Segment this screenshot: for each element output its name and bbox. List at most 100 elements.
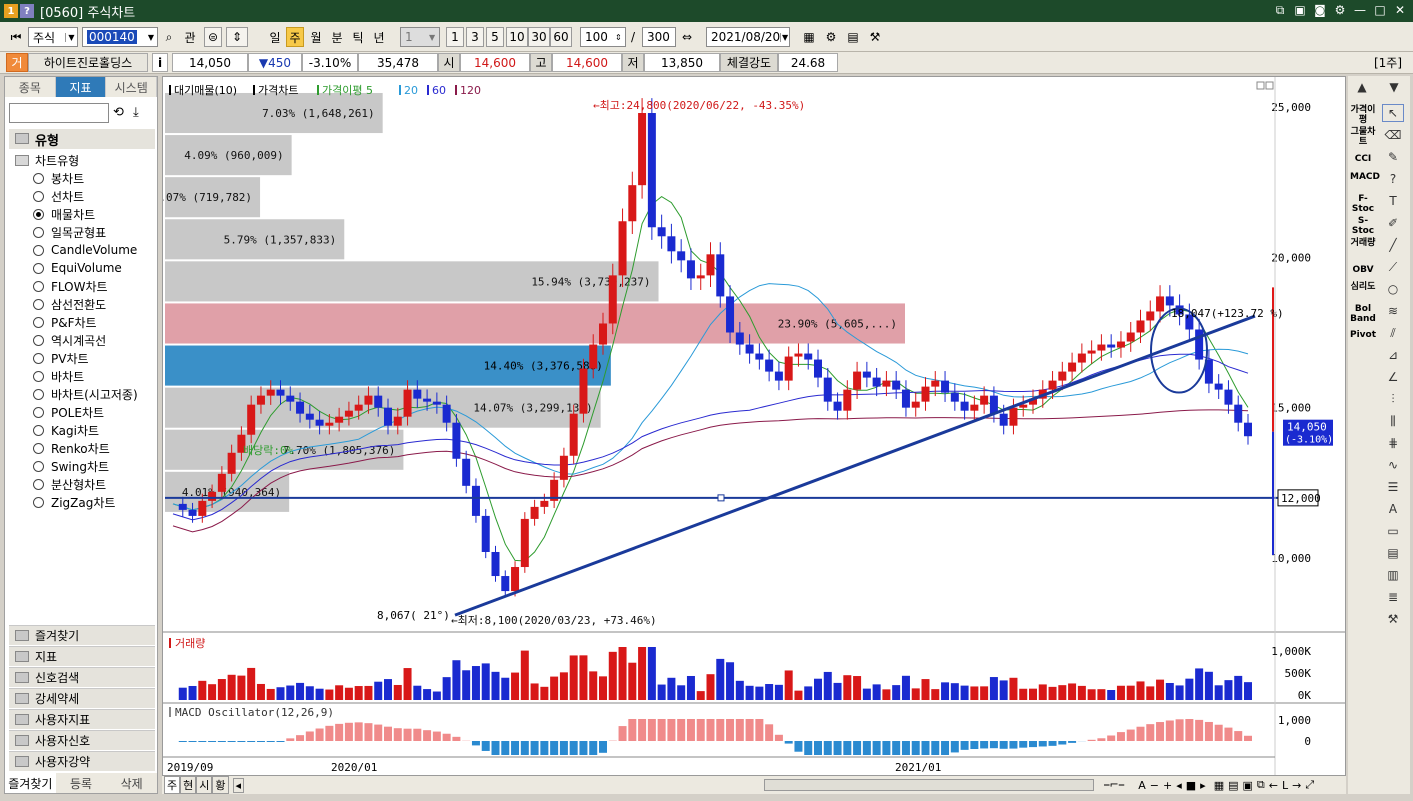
indicator-button[interactable]: Pivot bbox=[1350, 330, 1376, 340]
bars-icon[interactable]: ⫼ bbox=[1382, 412, 1404, 430]
sync-icon[interactable]: ⊜ bbox=[204, 27, 222, 47]
radio-icon[interactable] bbox=[33, 424, 44, 436]
search-icon[interactable]: ⌕ bbox=[160, 27, 178, 47]
interval-30[interactable]: 30 bbox=[528, 27, 550, 47]
indicator-button[interactable]: OBV bbox=[1350, 265, 1376, 275]
bottom-tab-3[interactable]: 황 bbox=[212, 776, 229, 794]
tab-system[interactable]: 시스템 bbox=[106, 77, 158, 97]
info-icon[interactable]: i bbox=[152, 53, 168, 72]
list-icon[interactable]: ≣ bbox=[1382, 588, 1404, 606]
close-icon[interactable]: ✕ bbox=[1393, 3, 1407, 17]
interval-select[interactable]: 1 ▼ bbox=[400, 27, 440, 47]
indicator-search-input[interactable] bbox=[9, 103, 109, 123]
fib-icon[interactable]: ≋ bbox=[1382, 302, 1404, 320]
settings-gear-icon[interactable]: ⚙ bbox=[822, 27, 840, 47]
font-icon[interactable]: A bbox=[1138, 779, 1146, 792]
link-icon[interactable]: ⧉ bbox=[1273, 3, 1287, 17]
fit-icon[interactable]: ⤢ bbox=[1305, 778, 1314, 792]
indicator-button[interactable]: 그물차트 bbox=[1350, 127, 1376, 147]
download-icon[interactable]: ⤓ bbox=[133, 105, 139, 120]
pen-icon[interactable]: ✐ bbox=[1382, 214, 1404, 232]
folder-item[interactable]: 즐겨찾기 bbox=[9, 625, 155, 645]
period-week[interactable]: 주 bbox=[286, 27, 304, 47]
indicator-button[interactable]: CCI bbox=[1350, 154, 1376, 164]
line-handle[interactable] bbox=[717, 494, 725, 502]
interval-3[interactable]: 3 bbox=[466, 27, 484, 47]
radio-icon[interactable] bbox=[33, 496, 44, 508]
level-icon[interactable]: ☰ bbox=[1382, 478, 1404, 496]
maximize-icon[interactable]: □ bbox=[1373, 3, 1387, 17]
minimize-icon[interactable]: — bbox=[1353, 3, 1367, 17]
tab-indicator[interactable]: 지표 bbox=[55, 77, 107, 97]
section-type[interactable]: 유형 bbox=[9, 129, 155, 149]
save-window-icon[interactable]: ▣ bbox=[1293, 3, 1307, 17]
folder-item[interactable]: 강세약세 bbox=[9, 688, 155, 708]
scroll-down-icon[interactable]: ▼ bbox=[1382, 78, 1406, 96]
angle-icon[interactable]: ∠ bbox=[1382, 368, 1404, 386]
chart-type-item[interactable]: FLOW차트 bbox=[9, 277, 155, 295]
help-icon[interactable]: ? bbox=[20, 4, 34, 18]
radio-icon[interactable] bbox=[33, 226, 44, 238]
ray-icon[interactable]: ⟋ bbox=[1382, 258, 1404, 276]
scroll-left-icon[interactable]: ◂ bbox=[232, 777, 245, 793]
radio-icon[interactable] bbox=[33, 190, 44, 202]
market-select[interactable]: 주식 ▼ bbox=[28, 27, 78, 47]
code-input[interactable]: 000140 ▼ bbox=[82, 27, 158, 47]
interval-5[interactable]: 5 bbox=[486, 27, 504, 47]
footer-favorites[interactable]: 즐겨찾기 bbox=[5, 773, 56, 793]
wave-icon[interactable]: ∿ bbox=[1382, 456, 1404, 474]
chart-type-item[interactable]: Swing차트 bbox=[9, 457, 155, 475]
folder-item[interactable]: 사용자신호 bbox=[9, 730, 155, 750]
radio-icon[interactable] bbox=[33, 442, 44, 454]
radio-icon[interactable] bbox=[33, 262, 44, 274]
period-year[interactable]: 년 bbox=[370, 27, 388, 47]
radio-icon[interactable] bbox=[33, 406, 44, 418]
radio-icon[interactable] bbox=[33, 280, 44, 292]
eraser-icon[interactable]: ⌫ bbox=[1382, 126, 1404, 144]
folder-item[interactable]: 사용자강약 bbox=[9, 751, 155, 771]
grid-lines-icon[interactable]: ⋕ bbox=[1382, 434, 1404, 452]
radio-icon[interactable] bbox=[33, 298, 44, 310]
fan-icon[interactable]: ⫶ bbox=[1382, 390, 1404, 408]
period-month[interactable]: 월 bbox=[307, 27, 325, 47]
scroll-up-icon[interactable]: ▲ bbox=[1350, 78, 1374, 96]
period-day[interactable]: 일 bbox=[266, 27, 284, 47]
radio-icon[interactable] bbox=[33, 352, 44, 364]
tree-root[interactable]: 차트유형 bbox=[9, 151, 155, 169]
save-icon[interactable]: ▤ bbox=[844, 27, 862, 47]
cursor-icon[interactable]: ↖ bbox=[1382, 104, 1404, 122]
forward-icon[interactable]: → bbox=[1292, 779, 1301, 792]
price-chart[interactable]: 7.03% (1,648,261) 4.09% (960,009) 3.07% (7… bbox=[153, 77, 1345, 775]
l-icon[interactable]: L bbox=[1282, 779, 1288, 792]
save-file-icon[interactable]: ▤ bbox=[1228, 779, 1238, 792]
horizontal-scrollbar[interactable] bbox=[764, 779, 1095, 791]
zoom-in-icon[interactable]: + bbox=[1163, 779, 1172, 792]
chart-type-item[interactable]: ZigZag차트 bbox=[9, 493, 155, 511]
radio-icon[interactable] bbox=[33, 460, 44, 472]
chart-type-item[interactable]: P&F차트 bbox=[9, 313, 155, 331]
gann-icon[interactable]: ⊿ bbox=[1382, 346, 1404, 364]
radio-icon[interactable] bbox=[33, 478, 44, 490]
chart-type-item[interactable]: Kagi차트 bbox=[9, 421, 155, 439]
back-icon[interactable]: ← bbox=[1269, 779, 1278, 792]
period-tick[interactable]: 틱 bbox=[349, 27, 367, 47]
bottom-tab-0[interactable]: 주 bbox=[164, 776, 181, 794]
tab-stock[interactable]: 종목 bbox=[5, 77, 56, 97]
chart-type-item[interactable]: 봉차트 bbox=[9, 169, 155, 187]
indicator-button[interactable]: MACD bbox=[1350, 172, 1380, 182]
text-icon[interactable]: T bbox=[1382, 192, 1404, 210]
camera-icon[interactable]: ◙ bbox=[1313, 3, 1327, 17]
zoom-slider-icon[interactable]: ⎯⌐⎯ bbox=[1104, 778, 1124, 792]
chart-type-item[interactable]: PV차트 bbox=[9, 349, 155, 367]
chart-type-item[interactable]: Renko차트 bbox=[9, 439, 155, 457]
date-input[interactable]: 2021/08/20 ▼ bbox=[706, 27, 790, 47]
circle-icon[interactable]: ○ bbox=[1382, 280, 1404, 298]
period-minute[interactable]: 분 bbox=[328, 27, 346, 47]
indicator-button[interactable]: 심리도 bbox=[1350, 282, 1376, 292]
folder-item[interactable]: 지표 bbox=[9, 646, 155, 666]
radio-icon[interactable] bbox=[33, 334, 44, 346]
chart-type-item[interactable]: 일목균형표 bbox=[9, 223, 155, 241]
count-input[interactable]: 100 ⇕ bbox=[580, 27, 626, 47]
prev-icon[interactable]: ◂ bbox=[1176, 779, 1182, 792]
window-icon[interactable]: ▭ bbox=[1382, 522, 1404, 540]
